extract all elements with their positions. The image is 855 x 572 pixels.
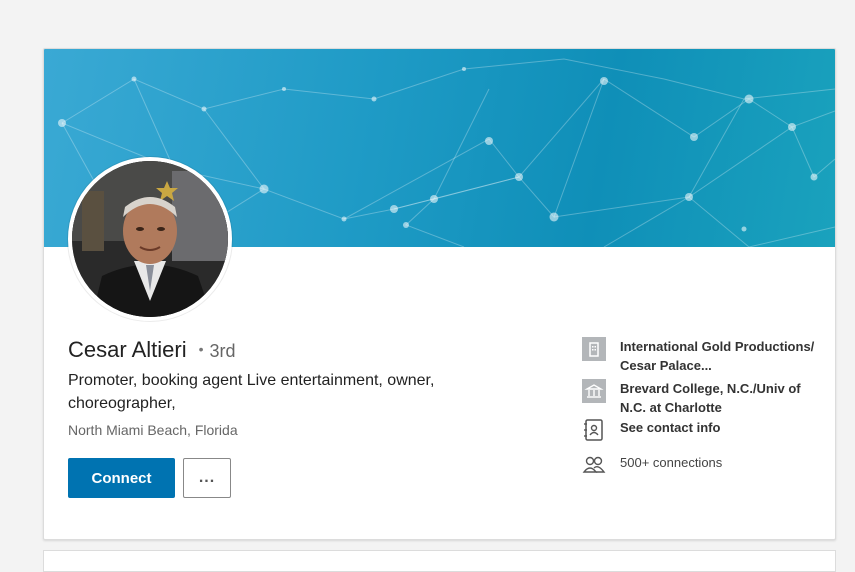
building-icon [582, 337, 606, 361]
profile-name: Cesar Altieri [68, 337, 187, 362]
people-icon [582, 453, 606, 477]
profile-location: North Miami Beach, Florida [68, 422, 238, 438]
connection-degree: 3rd [209, 341, 236, 361]
profile-photo [72, 161, 228, 317]
connections-item: 500+ connections [582, 453, 815, 477]
school-icon [582, 379, 606, 403]
connections-count: 500+ connections [620, 455, 723, 470]
company-item[interactable]: International Gold Productions/ Cesar Pa… [582, 337, 815, 375]
see-contact-info-link[interactable]: See contact info [620, 418, 815, 437]
profile-avatar[interactable] [68, 157, 232, 321]
next-section-card [43, 550, 836, 572]
education-item[interactable]: Brevard College, N.C./Univ of N.C. at Ch… [582, 379, 815, 417]
profile-card: Cesar Altieri • 3rd Promoter, booking ag… [43, 48, 836, 540]
connect-button[interactable]: Connect [68, 458, 175, 498]
contact-card-icon [582, 418, 606, 442]
more-dots-icon: ... [198, 469, 216, 486]
profile-name-row: Cesar Altieri • 3rd [68, 337, 236, 363]
degree-separator: • [198, 341, 204, 357]
contact-info-item[interactable]: See contact info [582, 418, 815, 442]
more-actions-button[interactable]: ... [183, 458, 231, 498]
education-link[interactable]: Brevard College, N.C./Univ of N.C. at Ch… [620, 379, 815, 417]
profile-headline: Promoter, booking agent Live entertainme… [68, 372, 435, 412]
company-link[interactable]: International Gold Productions/ Cesar Pa… [620, 337, 815, 375]
